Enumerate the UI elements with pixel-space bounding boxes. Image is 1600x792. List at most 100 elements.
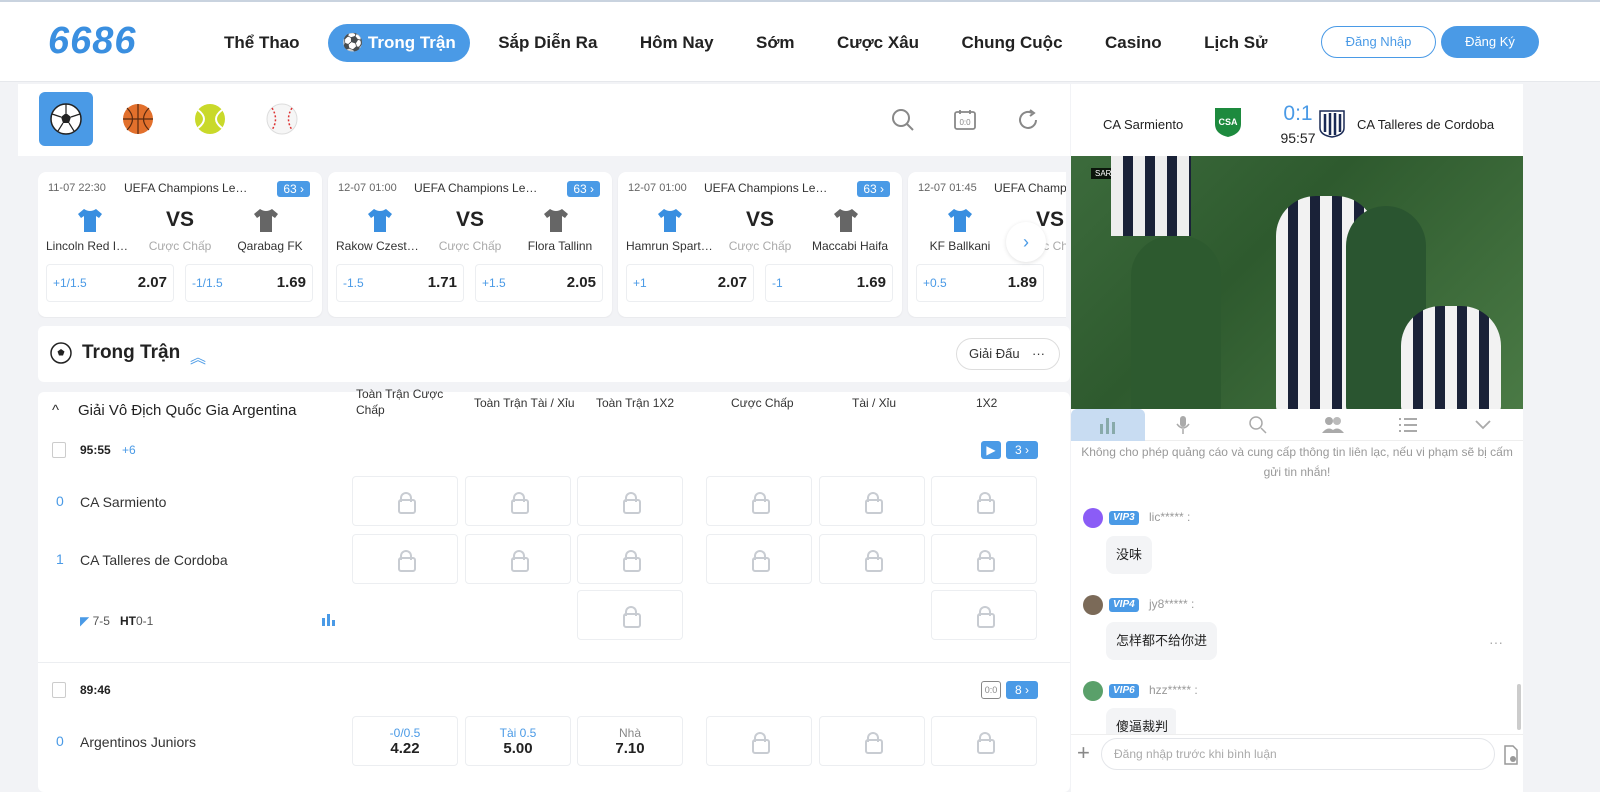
more-icon: ··· [1032, 346, 1045, 361]
chat-scrollbar[interactable] [1517, 684, 1521, 730]
basketball-tab[interactable] [111, 92, 165, 146]
nav-som[interactable]: Sớm [742, 24, 809, 62]
league-name[interactable]: Giải Vô Địch Quốc Gia Argentina [78, 402, 296, 419]
odds-button[interactable]: -1.5 1.71 [336, 264, 464, 302]
team-score: 0 [56, 493, 64, 509]
row-divider [38, 662, 1070, 663]
username: hzz***** : [1149, 683, 1198, 697]
corner-flag-icon: ◤ [80, 614, 90, 628]
nav-hom-nay[interactable]: Hôm Nay [626, 24, 728, 62]
login-button[interactable]: Đăng Nhập [1321, 26, 1436, 58]
card-handicap-label: Cược Chấp [148, 239, 212, 253]
chat-message-header: VIP4 jy8***** : [1083, 595, 1283, 615]
nav-trong-tran[interactable]: ⚽ Trong Trận [328, 24, 470, 62]
odds-button[interactable]: -1/1.5 1.69 [185, 264, 313, 302]
card-count-badge[interactable]: 63 › [857, 181, 890, 197]
markets-count-badge[interactable]: 8 › [1006, 681, 1038, 699]
odds-cell-locked [819, 716, 925, 766]
collapse-button[interactable] [1446, 409, 1520, 441]
card-team1: KF Ballkani [929, 239, 991, 253]
card-team2: Qarabag FK [237, 239, 303, 253]
scoreboard-icon[interactable]: 0:0 [953, 108, 977, 132]
chat-bubble-clip: 傻逼裁判 [1106, 708, 1176, 734]
basketball-icon [123, 104, 153, 134]
more-icon[interactable]: ··· [1489, 634, 1503, 650]
odds-cell-locked [819, 476, 925, 526]
card-time: 12-07 01:00 [628, 182, 687, 194]
plus-icon[interactable]: + [1077, 739, 1090, 767]
extra-time: +6 [122, 443, 136, 457]
odds-cell-locked [706, 476, 812, 526]
lock-icon [623, 492, 641, 514]
search-chart-icon [1249, 416, 1267, 434]
card-handicap-label: Cược Chấp [728, 239, 792, 253]
home-crest-icon: CSA [1215, 108, 1241, 137]
nav-chung-cuoc[interactable]: Chung Cuộc [947, 24, 1076, 62]
nav-casino[interactable]: Casino [1091, 24, 1176, 62]
lock-icon [511, 550, 529, 572]
match-time: 95:55 [80, 443, 111, 457]
scoreboard-icon[interactable]: 0:0 [981, 681, 1001, 699]
odds-cell-locked [577, 534, 683, 584]
send-icon[interactable] [1503, 745, 1519, 765]
card-handicap-label: Cược Chấp [438, 239, 502, 253]
refresh-icon[interactable] [1016, 108, 1040, 132]
lock-icon [623, 550, 641, 572]
nav-the-thao[interactable]: Thể Thao [210, 24, 314, 62]
odds-cell[interactable]: -0/0.5 4.22 [352, 716, 458, 766]
svg-text:0:0: 0:0 [959, 118, 971, 127]
card-team1: Lincoln Red Imps [46, 239, 134, 253]
match-card[interactable]: 12-07 01:00 UEFA Champions League 63 › V… [618, 172, 902, 317]
match-card[interactable]: 11-07 22:30 UEFA Champions League 63 › V… [38, 172, 322, 317]
search-icon[interactable] [891, 108, 915, 132]
tab-audio[interactable] [1146, 409, 1220, 441]
odds-button[interactable]: +1/1.5 2.07 [46, 264, 174, 302]
card-time: 12-07 01:45 [918, 182, 977, 194]
shirt-icon [544, 209, 568, 232]
soccer-ball-icon [50, 342, 72, 364]
collapse-chevron-icon[interactable]: ︽ [190, 344, 206, 368]
shirt-icon [254, 209, 278, 232]
chevron-right-icon[interactable]: › [1006, 222, 1046, 262]
odds-button[interactable]: +1.5 2.05 [475, 264, 603, 302]
nav-lich-su[interactable]: Lịch Sử [1190, 24, 1281, 62]
match-card[interactable]: 12-07 01:00 UEFA Champions League 63 › V… [328, 172, 612, 317]
avatar [1083, 595, 1103, 615]
chat-message-header: VIP3 lic***** : [1083, 508, 1283, 528]
bookmark-icon[interactable] [52, 442, 66, 458]
tab-stats[interactable] [1071, 409, 1145, 441]
card-count-badge[interactable]: 63 › [567, 181, 600, 197]
play-icon[interactable]: ▶ [981, 441, 1001, 459]
odds-cell[interactable]: Tài 0.5 5.00 [465, 716, 571, 766]
caret-up-icon[interactable]: ^ [52, 402, 59, 419]
odds-button[interactable]: -1 1.69 [765, 264, 893, 302]
baseball-tab[interactable] [255, 92, 309, 146]
tab-analysis[interactable] [1221, 409, 1295, 441]
odds-cell-locked [352, 534, 458, 584]
odds-cell[interactable]: Nhà 7.10 [577, 716, 683, 766]
logo[interactable]: 6686 [48, 20, 137, 63]
halftime-score: 0-1 [136, 614, 154, 628]
bookmark-icon[interactable] [52, 682, 66, 698]
lock-icon [977, 550, 995, 572]
odds-cell-locked [706, 534, 812, 584]
tab-lineup[interactable] [1296, 409, 1370, 441]
live-video[interactable]: SAR 0 1 TAL 95:31 [1071, 156, 1523, 409]
odds-cell-locked [931, 534, 1037, 584]
markets-count-badge[interactable]: 3 › [1006, 441, 1038, 459]
odds-cell-locked [931, 476, 1037, 526]
chat-input[interactable]: Đăng nhập trước khi bình luận [1101, 738, 1495, 770]
stats-icon[interactable] [321, 612, 335, 626]
nav-sap-dien-ra[interactable]: Sắp Diễn Ra [484, 24, 611, 62]
card-count-badge[interactable]: 63 › [277, 181, 310, 197]
soccer-tab[interactable] [39, 92, 93, 146]
tennis-tab[interactable] [183, 92, 237, 146]
league-filter-button[interactable]: Giải Đấu ··· [956, 338, 1060, 370]
list-icon [1399, 418, 1417, 432]
register-button[interactable]: Đăng Ký [1441, 26, 1539, 58]
sport-selector: 0:0 [18, 84, 1070, 156]
odds-button[interactable]: +1 2.07 [626, 264, 754, 302]
odds-button[interactable]: +0.5 1.89 [916, 264, 1044, 302]
tab-list[interactable] [1371, 409, 1445, 441]
nav-cuoc-xau[interactable]: Cược Xâu [823, 24, 933, 62]
